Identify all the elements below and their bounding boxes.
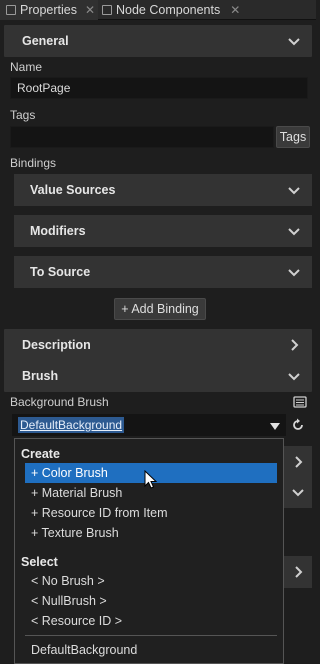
properties-tab-icon [6,5,16,15]
menu-item-no-brush[interactable]: < No Brush > [25,571,277,591]
menu-item-resource-id-from-item[interactable]: + Resource ID from Item [25,503,277,523]
description-header-label: Description [22,338,91,352]
tab-node-components-label: Node Components [116,3,221,17]
modifiers-header[interactable]: Modifiers [14,215,312,247]
menu-item-resource-id[interactable]: < Resource ID > [25,611,277,631]
bindings-label: Bindings [10,156,57,170]
chevron-down-icon [286,368,302,384]
chevron-down-icon [286,264,302,280]
description-section-header[interactable]: Description [4,329,312,361]
menu-separator [25,635,277,636]
chevron-right-icon [290,454,306,473]
chevron-down-icon [290,484,306,503]
tab-node-components[interactable]: Node Components ✕ [98,0,248,20]
select-group-label: Select [21,555,58,569]
to-source-header[interactable]: To Source [14,256,312,288]
chevron-right-icon [286,337,302,353]
obscured-header-2[interactable] [284,476,312,508]
to-source-label: To Source [30,265,91,279]
tags-button[interactable]: Tags [276,126,310,148]
tags-label: Tags [10,108,36,122]
name-field[interactable]: RootPage [10,77,308,99]
value-sources-header[interactable]: Value Sources [14,174,312,206]
brush-header-label: Brush [22,369,59,383]
background-brush-value: DefaultBackground [18,417,125,433]
background-brush-label: Background Brush [10,395,109,409]
caret-down-icon [270,420,280,434]
chevron-down-icon [286,223,302,239]
menu-item-null-brush[interactable]: < NullBrush > [25,591,277,611]
palette-icon[interactable] [291,393,309,411]
add-binding-button[interactable]: + Add Binding [114,298,206,320]
chevron-down-icon [286,33,302,49]
obscured-header-1[interactable] [284,446,312,478]
tags-field[interactable] [10,126,274,148]
value-sources-label: Value Sources [30,183,116,197]
modifiers-label: Modifiers [30,224,86,238]
mouse-cursor-icon [144,469,158,493]
tab-properties-label: Properties [20,3,77,17]
create-group-label: Create [21,447,60,461]
menu-item-default-background[interactable]: DefaultBackground [25,640,277,660]
obscured-header-3[interactable] [284,556,312,588]
chevron-right-icon [290,564,306,583]
background-brush-select[interactable]: DefaultBackground [12,414,286,436]
node-components-tab-icon [102,5,112,15]
general-header-label: General [22,34,69,48]
chevron-down-icon [286,182,302,198]
brush-section-header[interactable]: Brush [4,360,312,392]
general-section-header[interactable]: General [4,25,312,57]
close-icon[interactable]: ✕ [85,3,95,17]
menu-item-texture-brush[interactable]: + Texture Brush [25,523,277,543]
close-icon[interactable]: ✕ [230,3,240,17]
reset-icon[interactable] [289,416,307,434]
tab-properties[interactable]: Properties ✕ [0,0,98,20]
name-label: Name [10,60,43,74]
